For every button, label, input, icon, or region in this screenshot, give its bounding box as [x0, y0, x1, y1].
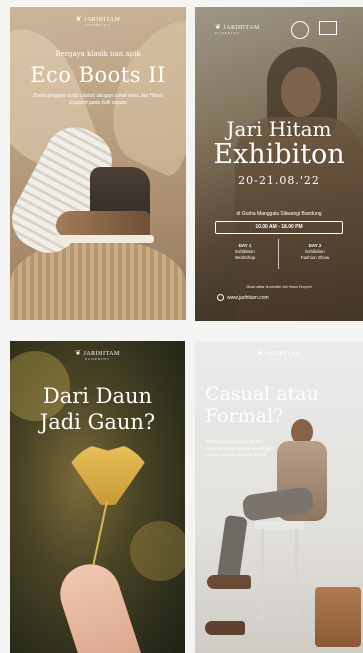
poster-title: Casual atau Formal? — [205, 383, 319, 427]
poster-description: Sebab perlu khawatir, karena Ecoprint co… — [205, 439, 274, 457]
day1-line1: Exhibition — [235, 249, 255, 254]
day2-schedule: DAY 2 Exhibition Fashion Show — [285, 243, 345, 261]
partner-logo-icon — [319, 21, 337, 35]
title-line1: Casual atau — [205, 383, 319, 405]
poster-eco-boots[interactable]: ❦ JARIHITAM ECOPRINT Bergaya klasik nan a… — [10, 7, 186, 320]
leaf-logo-icon: ❦ — [215, 23, 222, 31]
boot — [205, 621, 245, 635]
leaf-logo-icon: ❦ — [256, 349, 263, 357]
stool-seat — [255, 521, 305, 529]
title-line2: Formal? — [205, 405, 284, 427]
exhibition-title-line1: Jari Hitam — [226, 117, 332, 141]
globe-icon — [217, 294, 224, 301]
poster-exhibition[interactable]: ❦ JARIHITAM ECOPRINT Jari Hitam Exhibiton… — [195, 7, 363, 321]
day1-schedule: DAY 1 Exhibition Workshop — [215, 243, 275, 261]
brand-tagline: ECOPRINT — [215, 31, 241, 35]
boot-sole-edge — [54, 235, 154, 243]
day2-line1: Exhibition — [305, 249, 325, 254]
brand-tagline: ECOPRINT — [85, 23, 111, 27]
stool-leg — [295, 529, 298, 619]
exhibition-title-line2: Exhibiton — [213, 139, 345, 170]
title-line1: Dari Daun — [42, 384, 153, 408]
poster-title: Dari Daun Jadi Gaun? — [10, 383, 185, 435]
stool-leg — [261, 529, 264, 619]
website-link[interactable]: www.jarihitam.com — [217, 294, 269, 301]
brand-logo: ❦ JARIHITAM ECOPRINT — [10, 349, 185, 361]
brand-logo: ❦ JARIHITAM ECOPRINT — [195, 349, 363, 361]
leaf-logo-icon: ❦ — [75, 349, 82, 357]
leaf-logo-icon: ❦ — [75, 15, 82, 23]
leaf-stem — [91, 500, 108, 570]
poster-leaf[interactable]: ❦ JARIHITAM ECOPRINT Dari Daun Jadi Gaun? — [10, 341, 185, 653]
poster-tagline: Bergaya klasik nan apik — [55, 50, 141, 58]
leather-bag — [315, 587, 361, 647]
boot-toe — [56, 211, 150, 237]
website-url: www.jarihitam.com — [227, 294, 269, 301]
poster-description: Boots bergaya rustic classic dengan cora… — [33, 93, 163, 106]
day1-line2: Workshop — [234, 255, 256, 260]
exhibition-time: 10.00 AM - 18.00 PM — [215, 221, 343, 234]
poster-title: Eco Boots II — [30, 63, 166, 87]
brand-tagline: ECOPRINT — [84, 357, 111, 361]
bokeh-light — [130, 521, 185, 581]
exhibition-dates: 20-21.08.'22 — [238, 174, 320, 187]
ginkgo-leaf — [62, 443, 154, 505]
brand-logo: ❦ JARIHITAM ECOPRINT — [215, 23, 260, 35]
registration-note: Mulai daftar di website Jari Hitam Ecopr… — [246, 285, 312, 289]
poster-casual-formal[interactable]: ❦ JARIHITAM ECOPRINT Casual atau Formal? … — [195, 341, 363, 653]
exhibition-venue: di Graha Manggala Siliwangi Bandung — [236, 211, 322, 217]
woven-pouf — [10, 239, 186, 320]
day2-line2: Fashion Show — [300, 255, 330, 260]
partner-logo-icon — [291, 21, 309, 39]
boot — [207, 575, 251, 589]
brand-logo: ❦ JARIHITAM ECOPRINT — [10, 15, 186, 27]
hand — [52, 556, 144, 653]
day-divider — [278, 239, 279, 269]
brand-tagline: ECOPRINT — [266, 357, 292, 361]
title-line2: Jadi Gaun? — [39, 410, 156, 434]
